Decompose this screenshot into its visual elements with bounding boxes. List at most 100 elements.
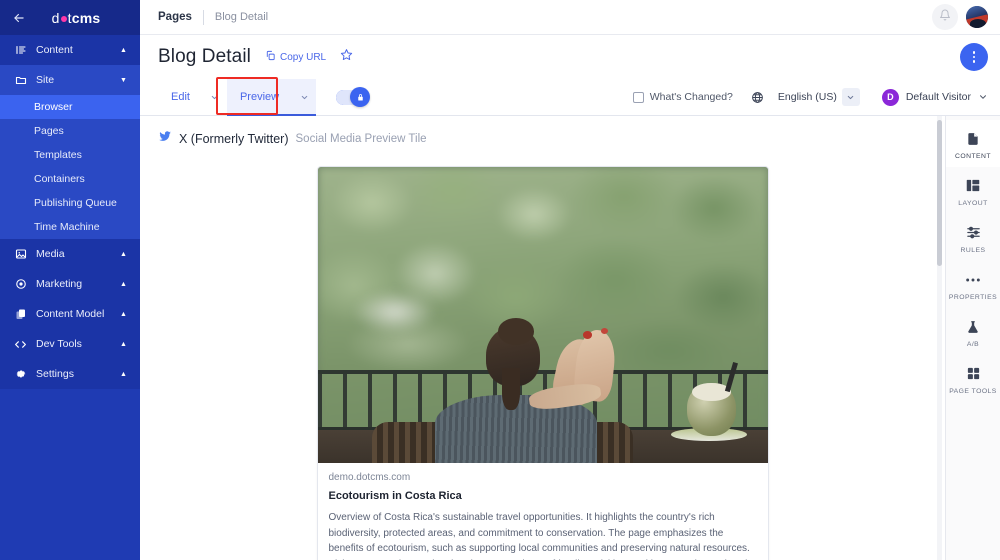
photo-coconut-top — [692, 383, 731, 401]
dotcms-application: d t cms Content ▲ Site ▼ Browser Pages T… — [0, 0, 1000, 560]
chevron-up-icon[interactable]: ▲ — [119, 310, 128, 319]
avatar-silhouette — [970, 19, 986, 28]
chevron-down-icon[interactable] — [978, 92, 988, 102]
grid-icon — [966, 364, 981, 383]
panel-item-properties[interactable]: Properties — [946, 261, 1000, 308]
panel-item-content[interactable]: Content — [945, 120, 1000, 167]
sidebar-label-time-machine: Time Machine — [34, 221, 100, 233]
social-preview-subtitle: Social Media Preview Tile — [295, 132, 427, 145]
language-selector[interactable]: English (US) — [778, 88, 860, 106]
sidebar-label-pages: Pages — [34, 125, 64, 137]
sidebar-label-site: Site — [36, 74, 55, 86]
breadcrumb-current: Blog Detail — [214, 11, 269, 23]
panel-item-layout[interactable]: Layout — [946, 167, 1000, 214]
chevron-down-icon[interactable]: ▼ — [119, 76, 128, 85]
sidebar-item-templates[interactable]: Templates — [0, 143, 140, 167]
flask-icon — [966, 317, 980, 336]
collapse-sidebar-icon[interactable] — [10, 9, 28, 27]
sidebar-header: d t cms — [0, 0, 140, 35]
breadcrumb-pages[interactable]: Pages — [158, 11, 192, 23]
tab-preview-dropdown[interactable] — [292, 78, 317, 116]
copy-icon — [265, 50, 276, 64]
sidebar-item-marketing[interactable]: Marketing ▲ — [0, 269, 140, 299]
more-vertical-icon — [972, 51, 976, 54]
visitor-avatar: D — [881, 88, 899, 106]
preview-card-image — [317, 167, 768, 463]
panel-label-layout: Layout — [958, 200, 988, 207]
photo-toenail-left — [583, 331, 592, 339]
checkbox-icon — [632, 91, 644, 103]
tab-edit[interactable]: Edit — [158, 79, 203, 116]
copy-url-label: Copy URL — [279, 51, 327, 63]
photo-person-ponytail — [502, 368, 520, 410]
editor-mode-tabs: Edit Preview — [158, 78, 317, 116]
panel-item-ab[interactable]: A/B — [946, 308, 1000, 355]
star-outline-icon — [340, 48, 353, 66]
ellipsis-icon — [965, 270, 981, 289]
sidebar-label-publishing-queue: Publishing Queue — [34, 197, 117, 209]
sidebar-item-publishing-queue[interactable]: Publishing Queue — [0, 191, 140, 215]
tab-preview[interactable]: Preview — [226, 78, 293, 116]
page-title-bar: Blog Detail Copy URL — [140, 35, 1000, 79]
tab-edit-dropdown[interactable] — [203, 79, 227, 116]
visitor-name: Default Visitor — [905, 91, 971, 103]
social-preview-card[interactable]: demo.dotcms.com Ecotourism in Costa Rica… — [316, 166, 769, 560]
dotcms-logo[interactable]: d t cms — [28, 10, 130, 26]
gear-icon — [14, 368, 27, 381]
content-wrapper: X (Formerly Twitter) Social Media Previe… — [140, 116, 1000, 560]
notifications-button[interactable] — [932, 4, 958, 30]
sidebar-label-content-model: Content Model — [36, 308, 105, 320]
main-column: Pages Blog Detail Blog Detail Copy URL E… — [140, 0, 1000, 560]
avatar[interactable] — [966, 6, 988, 28]
sliders-icon — [966, 223, 981, 242]
social-preview-header: X (Formerly Twitter) Social Media Previe… — [140, 116, 945, 148]
visitor-selector[interactable]: D Default Visitor — [881, 88, 988, 106]
sidebar-item-containers[interactable]: Containers — [0, 167, 140, 191]
sidebar-item-dev-tools[interactable]: Dev Tools ▲ — [0, 329, 140, 359]
chevron-up-icon[interactable]: ▲ — [119, 340, 128, 349]
more-vertical-icon — [972, 60, 976, 63]
chevron-up-icon[interactable]: ▲ — [119, 280, 128, 289]
content-list-icon — [14, 44, 27, 57]
sidebar-item-content-model[interactable]: Content Model ▲ — [0, 299, 140, 329]
chevron-up-icon[interactable]: ▲ — [119, 370, 128, 379]
content-scrollbar-thumb[interactable] — [937, 120, 942, 266]
left-sidebar: d t cms Content ▲ Site ▼ Browser Pages T… — [0, 0, 140, 560]
preview-content-area: X (Formerly Twitter) Social Media Previe… — [140, 116, 945, 560]
sidebar-item-time-machine[interactable]: Time Machine — [0, 215, 140, 239]
sidebar-item-pages[interactable]: Pages — [0, 119, 140, 143]
chevron-up-icon[interactable]: ▲ — [119, 46, 128, 55]
editor-toolbar: Edit Preview What's Changed? English (US… — [140, 78, 1000, 116]
copy-url-button[interactable]: Copy URL — [265, 50, 326, 64]
lock-toggle[interactable] — [336, 87, 371, 107]
sidebar-site-children: Browser Pages Templates Containers Publi… — [0, 95, 140, 239]
sidebar-item-browser[interactable]: Browser — [0, 95, 140, 119]
layout-icon — [965, 176, 981, 195]
sidebar-item-site[interactable]: Site ▼ — [0, 65, 140, 95]
page-title: Blog Detail — [158, 46, 251, 67]
logo-d: d — [51, 9, 60, 26]
preview-card-area: demo.dotcms.com Ecotourism in Costa Rica… — [140, 148, 945, 560]
page-actions-button[interactable] — [960, 43, 988, 71]
photo-composition — [317, 167, 768, 463]
right-panel: Content Layout Rules — [945, 116, 1000, 560]
sidebar-item-settings[interactable]: Settings ▲ — [0, 359, 140, 389]
target-icon — [14, 278, 27, 291]
globe-icon[interactable] — [751, 91, 764, 104]
language-label: English (US) — [777, 91, 837, 103]
tab-edit-label: Edit — [171, 91, 190, 103]
whats-changed-label: What's Changed? — [649, 91, 733, 103]
sidebar-label-marketing: Marketing — [36, 278, 83, 290]
favorite-button[interactable] — [340, 48, 353, 66]
sidebar-item-content[interactable]: Content ▲ — [0, 35, 140, 65]
image-icon — [14, 248, 27, 261]
panel-label-rules: Rules — [960, 247, 986, 254]
chevron-down-icon[interactable] — [841, 88, 860, 106]
panel-item-page-tools[interactable]: Page Tools — [946, 355, 1000, 402]
sidebar-label-settings: Settings — [36, 368, 74, 380]
panel-item-rules[interactable]: Rules — [946, 214, 1000, 261]
sidebar-label-browser: Browser — [34, 101, 73, 113]
whats-changed-checkbox[interactable]: What's Changed? — [632, 91, 733, 103]
chevron-up-icon[interactable]: ▲ — [119, 250, 128, 259]
sidebar-item-media[interactable]: Media ▲ — [0, 239, 140, 269]
